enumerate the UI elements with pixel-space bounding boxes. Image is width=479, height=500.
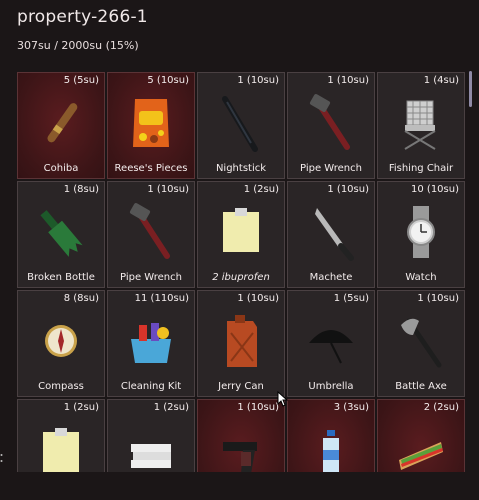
item-label: Pipe Wrench	[300, 163, 362, 174]
item-slot-pipe-wrench[interactable]: 1 (10su) Pipe Wrench	[287, 72, 375, 179]
cleaning-kit-icon	[108, 307, 194, 375]
item-slot-reeses-pieces[interactable]: 5 (10su) Reese's Pieces	[107, 72, 195, 179]
note-icon	[198, 198, 284, 266]
compass-icon	[18, 307, 104, 375]
item-count: 5 (10su)	[147, 75, 189, 86]
item-label: Broken Bottle	[27, 272, 95, 283]
inventory-grid: 5 (5su) Cohiba 5 (10su) Reese's Pieces 1…	[17, 72, 465, 472]
item-slot-pistol[interactable]: 1 (10su)	[197, 399, 285, 472]
item-count: 2 (2su)	[423, 402, 459, 413]
item-label: Nightstick	[215, 163, 267, 174]
item-count: 1 (10su)	[417, 293, 459, 304]
item-slot-compass[interactable]: 8 (8su) Compass	[17, 290, 105, 397]
item-label: Reese's Pieces	[114, 163, 188, 174]
item-slot-ibuprofen-note[interactable]: 1 (2su) 2 ibuprofen	[197, 181, 285, 288]
item-count: 3 (3su)	[333, 402, 369, 413]
item-label: Cohiba	[43, 163, 79, 174]
candy-bag-icon	[108, 89, 194, 157]
item-count: 1 (10su)	[147, 184, 189, 195]
scrollbar-thumb[interactable]	[469, 71, 472, 107]
item-label: Fishing Chair	[388, 163, 454, 174]
item-count: 1 (10su)	[237, 402, 279, 413]
item-label: 2 ibuprofen	[212, 272, 270, 283]
cigar-icon	[18, 89, 104, 157]
item-count: 8 (8su)	[63, 293, 99, 304]
item-count: 1 (10su)	[327, 184, 369, 195]
item-label: Pipe Wrench	[120, 272, 182, 283]
towels-icon	[108, 416, 194, 472]
jerry-can-icon	[198, 307, 284, 375]
item-slot-pipe-wrench-2[interactable]: 1 (10su) Pipe Wrench	[107, 181, 195, 288]
pipe-wrench-icon	[108, 198, 194, 266]
item-slot-sandwich[interactable]: 2 (2su)	[377, 399, 465, 472]
item-count: 1 (4su)	[423, 75, 459, 86]
item-count: 1 (2su)	[243, 184, 279, 195]
item-label: Compass	[38, 381, 84, 392]
item-slot-nightstick[interactable]: 1 (10su) Nightstick	[197, 72, 285, 179]
item-count: 1 (2su)	[63, 402, 99, 413]
item-slot-water-bottle[interactable]: 3 (3su)	[287, 399, 375, 472]
mouse-cursor-icon	[277, 391, 289, 407]
inventory-title: property-266-1	[17, 7, 148, 27]
item-count: 1 (8su)	[63, 184, 99, 195]
item-count: 1 (2su)	[153, 402, 189, 413]
item-label: Watch	[405, 272, 437, 283]
item-count: 1 (5su)	[333, 293, 369, 304]
item-count: 1 (10su)	[237, 293, 279, 304]
item-slot-cleaning-kit[interactable]: 11 (110su) Cleaning Kit	[107, 290, 195, 397]
item-count: 10 (10su)	[411, 184, 459, 195]
item-slot-fishing-chair[interactable]: 1 (4su) Fishing Chair	[377, 72, 465, 179]
item-slot-cohiba[interactable]: 5 (5su) Cohiba	[17, 72, 105, 179]
item-slot-watch[interactable]: 10 (10su) Watch	[377, 181, 465, 288]
item-slot-towels[interactable]: 1 (2su)	[107, 399, 195, 472]
item-label: Umbrella	[308, 381, 354, 392]
fishing-chair-icon	[378, 89, 464, 157]
water-bottle-icon	[288, 416, 374, 472]
inventory-capacity: 307su / 2000su (15%)	[17, 39, 139, 52]
item-slot-broken-bottle[interactable]: 1 (8su) Broken Bottle	[17, 181, 105, 288]
nightstick-icon	[198, 89, 284, 157]
sandwich-icon	[378, 416, 464, 472]
item-count: 1 (10su)	[237, 75, 279, 86]
edge-handle-icon	[0, 454, 3, 462]
item-slot-umbrella[interactable]: 1 (5su) Umbrella	[287, 290, 375, 397]
pistol-icon	[198, 416, 284, 472]
broken-bottle-icon	[18, 198, 104, 266]
machete-icon	[288, 198, 374, 266]
item-count: 5 (5su)	[63, 75, 99, 86]
pipe-wrench-icon	[288, 89, 374, 157]
item-label: Jerry Can	[218, 381, 264, 392]
item-label: Machete	[309, 272, 353, 283]
note-icon	[18, 416, 104, 472]
item-slot-jerry-can[interactable]: 1 (10su) Jerry Can	[197, 290, 285, 397]
item-slot-battle-axe[interactable]: 1 (10su) Battle Axe	[377, 290, 465, 397]
item-slot-machete[interactable]: 1 (10su) Machete	[287, 181, 375, 288]
item-label: Cleaning Kit	[120, 381, 182, 392]
umbrella-icon	[288, 307, 374, 375]
item-count: 11 (110su)	[134, 293, 189, 304]
item-label: Battle Axe	[395, 381, 447, 392]
item-slot-note-2[interactable]: 1 (2su)	[17, 399, 105, 472]
battle-axe-icon	[378, 307, 464, 375]
item-count: 1 (10su)	[327, 75, 369, 86]
watch-icon	[378, 198, 464, 266]
